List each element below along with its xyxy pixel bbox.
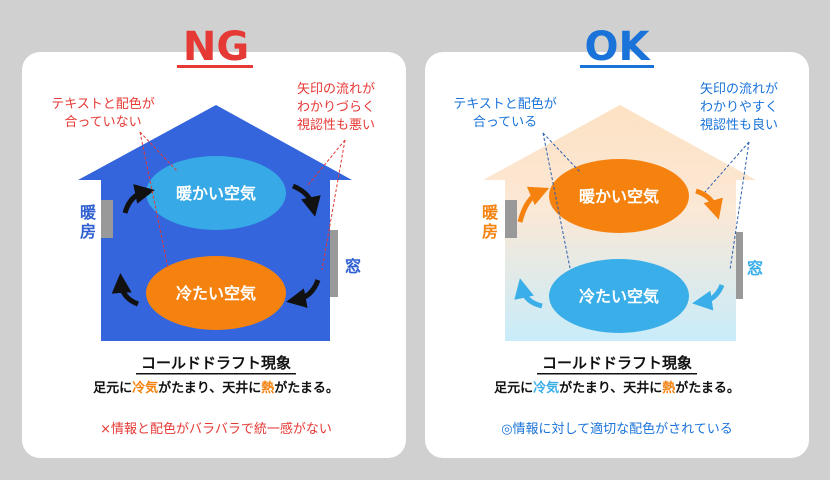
heater-label: 暖房	[482, 203, 499, 241]
comparison-diagram: NG 暖房 窓 暖かい空気 冷たい空気 テキストと配色が合っていない 矢印の流れ…	[22, 24, 809, 458]
ng-verdict: ×情報と配色がバラバラで統一感がない	[100, 421, 332, 437]
ok-verdict: ◎情報に対して適切な配色がされている	[501, 421, 733, 437]
ok-caption: 足元に冷気がたまり、天井に熱がたまる。	[494, 380, 740, 396]
ng-caption-underline	[136, 373, 296, 375]
ok-heading-underline	[580, 65, 654, 68]
ok-caption-title: コールドドラフト現象	[542, 354, 692, 372]
ok-note-right: 矢印の流れがわかりやすく視認性も良い	[700, 82, 778, 133]
ok-caption-underline	[537, 373, 697, 375]
cool-air-label: 冷たい空気	[176, 284, 256, 303]
ng-heading-underline	[177, 65, 253, 68]
cool-air-label: 冷たい空気	[579, 287, 659, 306]
window	[736, 232, 743, 299]
warm-air-label: 暖かい空気	[579, 187, 659, 206]
heater-label: 暖房	[80, 203, 97, 241]
ok-panel: OK 暖房 窓 暖かい空気 冷たい空気 テキストと配色が合っている 矢印の流れが…	[425, 24, 809, 458]
window	[330, 230, 338, 297]
warm-air-label: 暖かい空気	[176, 184, 256, 203]
ng-note-right: 矢印の流れがわかりづらく視認性も悪い	[297, 82, 375, 133]
window-label: 窓	[345, 257, 361, 276]
ng-caption-title: コールドドラフト現象	[141, 354, 291, 372]
ng-panel: NG 暖房 窓 暖かい空気 冷たい空気 テキストと配色が合っていない 矢印の流れ…	[22, 24, 406, 458]
window-label: 窓	[747, 259, 763, 278]
heater	[505, 200, 517, 238]
ok-heading: OK	[585, 24, 652, 70]
ng-caption: 足元に冷気がたまり、天井に熱がたまる。	[93, 380, 339, 396]
heater	[101, 200, 113, 238]
ng-heading: NG	[183, 24, 249, 70]
